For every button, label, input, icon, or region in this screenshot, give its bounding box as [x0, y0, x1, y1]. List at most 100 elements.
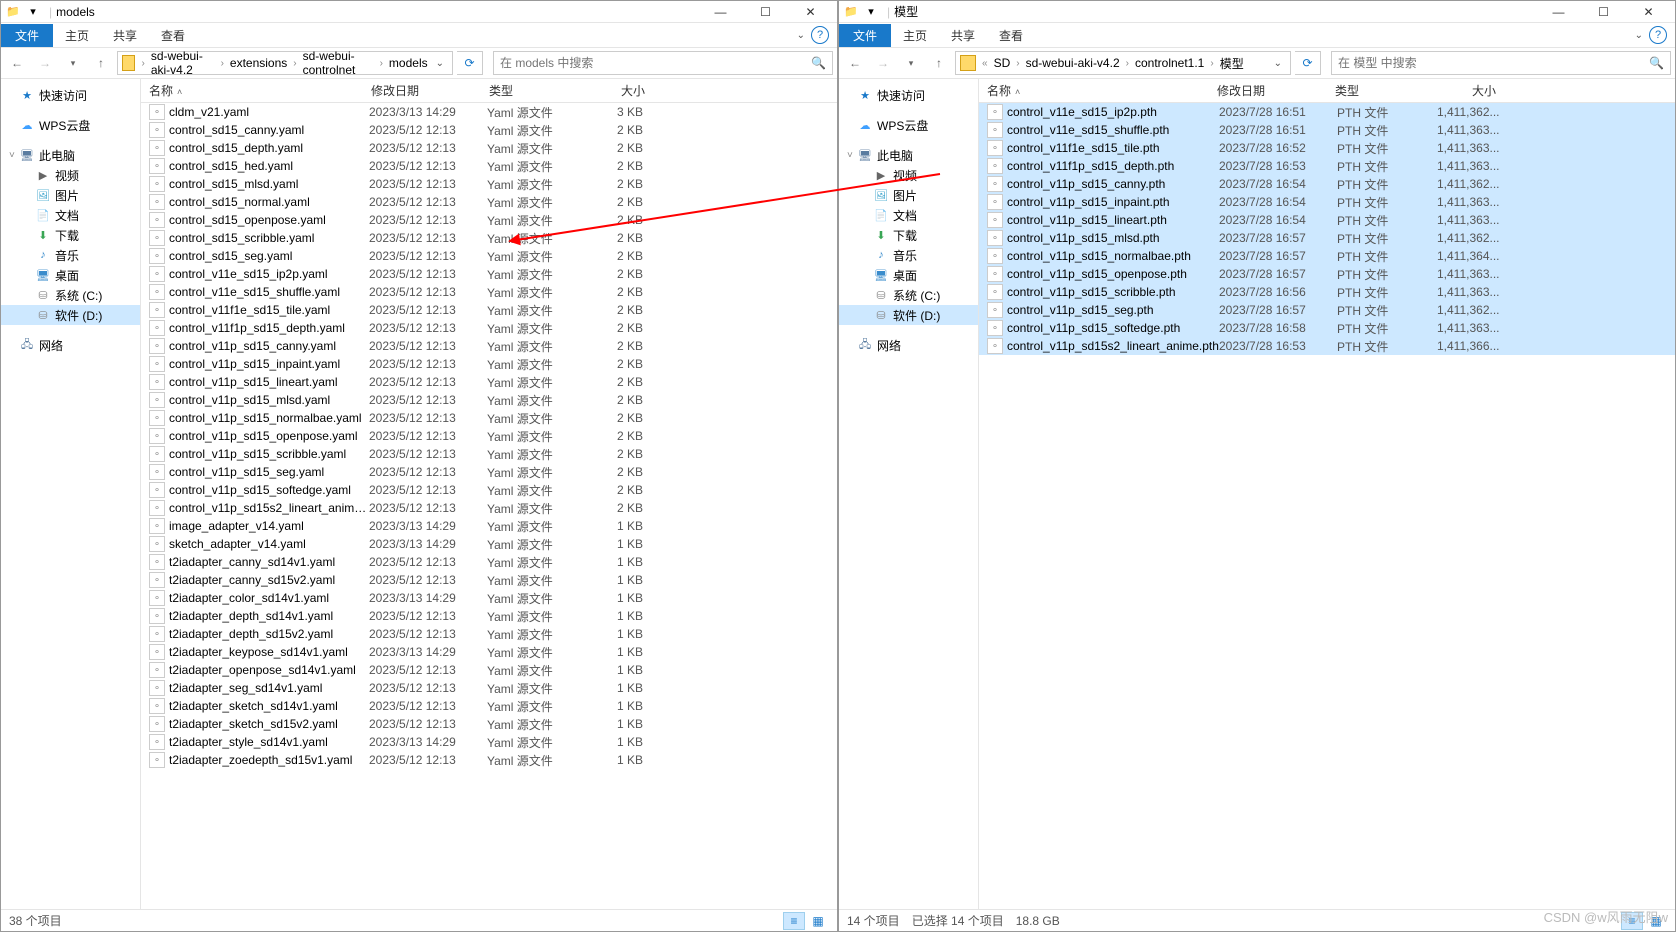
file-row[interactable]: ∘t2iadapter_canny_sd15v2.yaml2023/5/12 1…	[141, 571, 837, 589]
file-row[interactable]: ∘control_v11e_sd15_shuffle.yaml2023/5/12…	[141, 283, 837, 301]
file-row[interactable]: ∘control_v11p_sd15_normalbae.pth2023/7/2…	[979, 247, 1675, 265]
nav-back-button[interactable]: ←	[843, 51, 867, 75]
sidebar-documents[interactable]: 📄文档	[1, 205, 140, 225]
file-row[interactable]: ∘t2iadapter_keypose_sd14v1.yaml2023/3/13…	[141, 643, 837, 661]
file-row[interactable]: ∘sketch_adapter_v14.yaml2023/3/13 14:29Y…	[141, 535, 837, 553]
file-row[interactable]: ∘control_v11p_sd15_lineart.pth2023/7/28 …	[979, 211, 1675, 229]
help-icon[interactable]: ?	[811, 26, 829, 44]
file-row[interactable]: ∘control_v11p_sd15_inpaint.pth2023/7/28 …	[979, 193, 1675, 211]
column-date[interactable]: 修改日期	[371, 82, 489, 99]
address-bar[interactable]: « SD › sd-webui-aki-v4.2 › controlnet1.1…	[955, 51, 1291, 75]
file-row[interactable]: ∘control_v11p_sd15_mlsd.yaml2023/5/12 12…	[141, 391, 837, 409]
sidebar-drive-c[interactable]: ⛁系统 (C:)	[839, 285, 978, 305]
file-row[interactable]: ∘t2iadapter_depth_sd15v2.yaml2023/5/12 1…	[141, 625, 837, 643]
view-icons-button[interactable]: ▦	[807, 912, 829, 930]
column-name[interactable]: 名称˄	[987, 82, 1217, 99]
file-row[interactable]: ∘control_v11p_sd15_normalbae.yaml2023/5/…	[141, 409, 837, 427]
file-row[interactable]: ∘control_v11p_sd15_canny.pth2023/7/28 16…	[979, 175, 1675, 193]
file-row[interactable]: ∘t2iadapter_seg_sd14v1.yaml2023/5/12 12:…	[141, 679, 837, 697]
search-input[interactable]	[1338, 56, 1649, 70]
column-type[interactable]: 类型	[1335, 82, 1435, 99]
file-row[interactable]: ∘t2iadapter_zoedepth_sd15v1.yaml2023/5/1…	[141, 751, 837, 769]
file-row[interactable]: ∘control_sd15_openpose.yaml2023/5/12 12:…	[141, 211, 837, 229]
sidebar-quick-access[interactable]: ★快速访问	[1, 85, 140, 105]
file-row[interactable]: ∘control_sd15_seg.yaml2023/5/12 12:13Yam…	[141, 247, 837, 265]
sidebar-desktop[interactable]: 🖥桌面	[839, 265, 978, 285]
minimize-button[interactable]: —	[698, 1, 743, 23]
file-row[interactable]: ∘control_v11p_sd15s2_lineart_anime.pth20…	[979, 337, 1675, 355]
sidebar-pictures[interactable]: 🖼图片	[839, 185, 978, 205]
breadcrumb-item[interactable]: SD	[990, 56, 1015, 70]
file-row[interactable]: ∘t2iadapter_color_sd14v1.yaml2023/3/13 1…	[141, 589, 837, 607]
file-row[interactable]: ∘control_v11p_sd15s2_lineart_anime.ya...…	[141, 499, 837, 517]
file-list[interactable]: ∘control_v11e_sd15_ip2p.pth2023/7/28 16:…	[979, 103, 1675, 909]
sidebar-documents[interactable]: 📄文档	[839, 205, 978, 225]
file-row[interactable]: ∘control_v11p_sd15_softedge.pth2023/7/28…	[979, 319, 1675, 337]
nav-history-button[interactable]: ▾	[899, 51, 923, 75]
tab-file[interactable]: 文件	[839, 24, 891, 47]
file-row[interactable]: ∘t2iadapter_sketch_sd14v1.yaml2023/5/12 …	[141, 697, 837, 715]
column-date[interactable]: 修改日期	[1217, 82, 1335, 99]
nav-up-button[interactable]: ↑	[927, 51, 951, 75]
close-button[interactable]: ✕	[788, 1, 833, 23]
refresh-button[interactable]: ⟳	[1295, 51, 1321, 75]
breadcrumb-item[interactable]: sd-webui-aki-v4.2	[1022, 56, 1124, 70]
file-row[interactable]: ∘t2iadapter_style_sd14v1.yaml2023/3/13 1…	[141, 733, 837, 751]
file-row[interactable]: ∘control_v11e_sd15_shuffle.pth2023/7/28 …	[979, 121, 1675, 139]
file-row[interactable]: ∘control_v11p_sd15_scribble.pth2023/7/28…	[979, 283, 1675, 301]
sidebar-wps-cloud[interactable]: ☁WPS云盘	[1, 115, 140, 135]
breadcrumb-item[interactable]: models	[385, 56, 432, 70]
file-list[interactable]: ∘cldm_v21.yaml2023/3/13 14:29Yaml 源文件3 K…	[141, 103, 837, 909]
file-row[interactable]: ∘t2iadapter_openpose_sd14v1.yaml2023/5/1…	[141, 661, 837, 679]
file-row[interactable]: ∘control_v11p_sd15_lineart.yaml2023/5/12…	[141, 373, 837, 391]
refresh-button[interactable]: ⟳	[457, 51, 483, 75]
file-row[interactable]: ∘control_sd15_mlsd.yaml2023/5/12 12:13Ya…	[141, 175, 837, 193]
file-row[interactable]: ∘control_v11p_sd15_seg.yaml2023/5/12 12:…	[141, 463, 837, 481]
search-box[interactable]: 🔍	[1331, 51, 1671, 75]
sidebar-drive-d[interactable]: ⛁软件 (D:)	[1, 305, 140, 325]
chevron-down-icon[interactable]: ⌄	[1270, 58, 1286, 69]
file-row[interactable]: ∘t2iadapter_sketch_sd15v2.yaml2023/5/12 …	[141, 715, 837, 733]
help-icon[interactable]: ?	[1649, 26, 1667, 44]
view-details-button[interactable]: ≡	[783, 912, 805, 930]
sidebar-music[interactable]: ♪音乐	[839, 245, 978, 265]
titlebar[interactable]: 📁 ▾ | 模型 — ☐ ✕	[839, 1, 1675, 23]
file-row[interactable]: ∘control_sd15_normal.yaml2023/5/12 12:13…	[141, 193, 837, 211]
file-row[interactable]: ∘control_v11f1p_sd15_depth.yaml2023/5/12…	[141, 319, 837, 337]
sidebar-drive-c[interactable]: ⛁系统 (C:)	[1, 285, 140, 305]
breadcrumb-item[interactable]: 模型	[1216, 55, 1248, 72]
file-row[interactable]: ∘control_v11p_sd15_seg.pth2023/7/28 16:5…	[979, 301, 1675, 319]
sidebar-downloads[interactable]: ⬇下载	[1, 225, 140, 245]
file-row[interactable]: ∘control_v11p_sd15_softedge.yaml2023/5/1…	[141, 481, 837, 499]
maximize-button[interactable]: ☐	[743, 1, 788, 23]
column-name[interactable]: 名称˄	[149, 82, 371, 99]
search-icon[interactable]: 🔍	[811, 56, 826, 70]
tab-home[interactable]: 主页	[891, 24, 939, 47]
file-row[interactable]: ∘control_v11p_sd15_scribble.yaml2023/5/1…	[141, 445, 837, 463]
file-row[interactable]: ∘control_v11e_sd15_ip2p.pth2023/7/28 16:…	[979, 103, 1675, 121]
address-bar[interactable]: › sd-webui-aki-v4.2 › extensions › sd-we…	[117, 51, 453, 75]
file-row[interactable]: ∘control_sd15_scribble.yaml2023/5/12 12:…	[141, 229, 837, 247]
close-button[interactable]: ✕	[1626, 1, 1671, 23]
tab-view[interactable]: 查看	[149, 24, 197, 47]
sidebar-videos[interactable]: ▶视频	[839, 165, 978, 185]
search-box[interactable]: 🔍	[493, 51, 833, 75]
file-row[interactable]: ∘control_v11f1e_sd15_tile.yaml2023/5/12 …	[141, 301, 837, 319]
sidebar-network[interactable]: 🖧网络	[839, 335, 978, 355]
sidebar-quick-access[interactable]: ★快速访问	[839, 85, 978, 105]
file-row[interactable]: ∘control_v11p_sd15_canny.yaml2023/5/12 1…	[141, 337, 837, 355]
nav-forward-button[interactable]: →	[33, 51, 57, 75]
sidebar-desktop[interactable]: 🖥桌面	[1, 265, 140, 285]
tab-share[interactable]: 共享	[939, 24, 987, 47]
file-row[interactable]: ∘t2iadapter_canny_sd14v1.yaml2023/5/12 1…	[141, 553, 837, 571]
tab-share[interactable]: 共享	[101, 24, 149, 47]
breadcrumb-item[interactable]: sd-webui-aki-v4.2	[147, 49, 219, 77]
file-row[interactable]: ∘cldm_v21.yaml2023/3/13 14:29Yaml 源文件3 K…	[141, 103, 837, 121]
file-row[interactable]: ∘control_v11f1e_sd15_tile.pth2023/7/28 1…	[979, 139, 1675, 157]
breadcrumb-item[interactable]: extensions	[226, 56, 291, 70]
tab-view[interactable]: 查看	[987, 24, 1035, 47]
file-row[interactable]: ∘t2iadapter_depth_sd14v1.yaml2023/5/12 1…	[141, 607, 837, 625]
file-row[interactable]: ∘control_v11p_sd15_openpose.pth2023/7/28…	[979, 265, 1675, 283]
chevron-down-icon[interactable]: ⌄	[1635, 30, 1643, 41]
search-input[interactable]	[500, 56, 811, 70]
